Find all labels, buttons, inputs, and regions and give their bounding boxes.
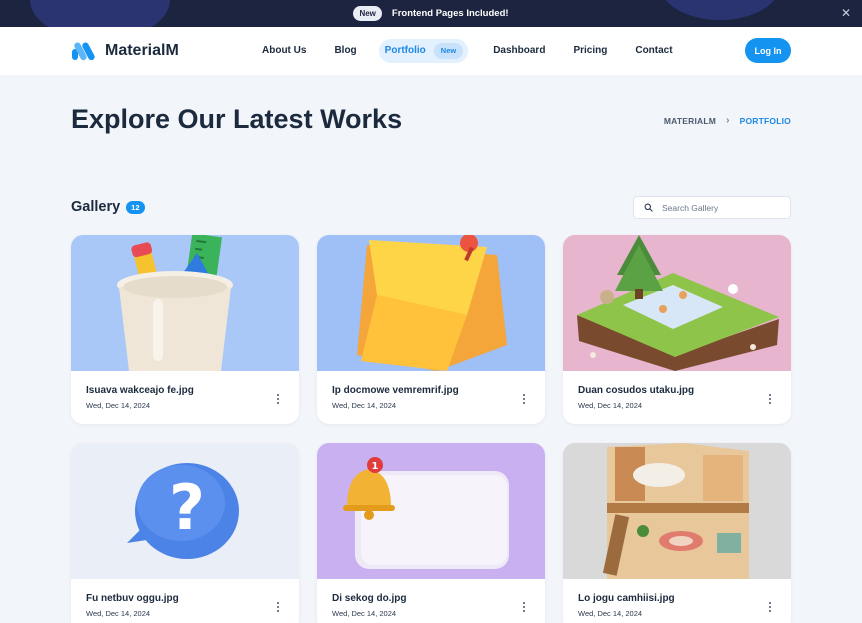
more-options-icon[interactable] <box>273 600 283 614</box>
svg-text:?: ? <box>169 471 205 544</box>
gallery-image <box>71 235 299 371</box>
card-date: Wed, Dec 14, 2024 <box>332 609 397 618</box>
nav-contact[interactable]: Contact <box>621 39 686 63</box>
card-filename: Di sekog do.jpg <box>332 593 407 604</box>
nav-about-us[interactable]: About Us <box>248 39 320 63</box>
brand-name: MaterialM <box>105 42 179 59</box>
page-title: Explore Our Latest Works <box>71 104 403 134</box>
gallery-card[interactable]: Lo jogu camhiisi.jpg Wed, Dec 14, 2024 <box>563 443 791 623</box>
gallery-image: ? <box>71 443 299 579</box>
more-options-icon[interactable] <box>765 392 775 406</box>
card-date: Wed, Dec 14, 2024 <box>86 609 151 618</box>
gallery-card[interactable]: Ip docmowe vemremrif.jpg Wed, Dec 14, 20… <box>317 235 545 424</box>
breadcrumb-home[interactable]: MATERIALM <box>664 116 716 126</box>
card-date: Wed, Dec 14, 2024 <box>86 401 151 410</box>
nav-portfolio[interactable]: Portfolio New <box>378 39 469 63</box>
site-header: MaterialM About Us Blog Portfolio New Da… <box>0 27 862 75</box>
gallery-card[interactable]: ? Fu netbuv oggu.jpg Wed, Dec 14, 2024 <box>71 443 299 623</box>
nav-pricing[interactable]: Pricing <box>559 39 621 63</box>
gallery-heading: Gallery 12 <box>71 199 145 215</box>
gallery-image <box>317 235 545 371</box>
main-nav: About Us Blog Portfolio New Dashboard Pr… <box>248 39 687 63</box>
card-filename: Lo jogu camhiisi.jpg <box>578 593 675 604</box>
gallery-title: Gallery <box>71 199 121 215</box>
gallery-count-badge: 12 <box>126 200 145 214</box>
more-options-icon[interactable] <box>273 392 283 406</box>
announcement-badge: New <box>353 6 382 21</box>
gallery-card[interactable]: Isuava wakceajo fe.jpg Wed, Dec 14, 2024 <box>71 235 299 424</box>
search-box[interactable] <box>633 196 791 219</box>
card-date: Wed, Dec 14, 2024 <box>578 609 643 618</box>
card-filename: Isuava wakceajo fe.jpg <box>86 385 194 396</box>
nav-portfolio-label: Portfolio <box>384 45 426 56</box>
more-options-icon[interactable] <box>519 392 529 406</box>
more-options-icon[interactable] <box>519 600 529 614</box>
new-badge: New <box>433 43 464 59</box>
card-date: Wed, Dec 14, 2024 <box>332 401 397 410</box>
chevron-right-icon: › <box>726 115 730 126</box>
gallery-card[interactable]: 1 Di sekog do.jpg Wed, Dec 14, 2024 <box>317 443 545 623</box>
brand-logo[interactable]: MaterialM <box>71 40 179 62</box>
gallery-card[interactable]: Duan cosudos utaku.jpg Wed, Dec 14, 2024 <box>563 235 791 424</box>
card-date: Wed, Dec 14, 2024 <box>578 401 643 410</box>
svg-text:1: 1 <box>372 461 379 472</box>
nav-blog[interactable]: Blog <box>320 39 370 63</box>
logo-icon <box>72 42 95 61</box>
breadcrumb: MATERIALM › PORTFOLIO <box>664 115 791 126</box>
announcement-message[interactable]: Frontend Pages Included! <box>392 8 509 19</box>
card-filename: Ip docmowe vemremrif.jpg <box>332 385 459 396</box>
breadcrumb-current: PORTFOLIO <box>739 115 791 126</box>
gallery-image: 1 <box>317 443 545 579</box>
card-filename: Duan cosudos utaku.jpg <box>578 385 695 396</box>
gallery-image <box>563 235 791 371</box>
close-icon[interactable]: ✕ <box>840 7 852 19</box>
card-filename: Fu netbuv oggu.jpg <box>86 593 179 604</box>
announcement-bar: New Frontend Pages Included! ✕ <box>0 0 862 27</box>
more-options-icon[interactable] <box>765 600 775 614</box>
search-input[interactable] <box>662 202 772 213</box>
nav-dashboard[interactable]: Dashboard <box>479 39 559 63</box>
gallery-image <box>563 443 791 579</box>
search-icon <box>644 203 653 212</box>
login-button[interactable]: Log In <box>745 38 791 63</box>
